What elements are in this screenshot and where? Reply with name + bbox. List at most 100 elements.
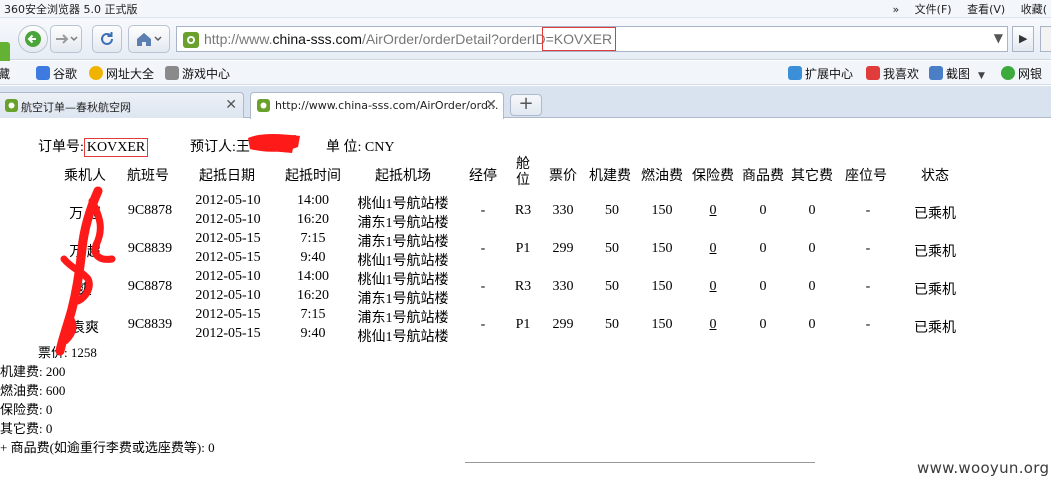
tab-close-icon[interactable]: ✕ [225,97,237,113]
table-cell: - [480,279,486,294]
bookmark-site-directory[interactable]: 网址大全 [89,65,154,82]
back-button[interactable] [18,25,48,53]
tab-air-order[interactable]: 航空订单—春秋航空网 ✕ [0,92,244,118]
bookmark-google[interactable]: 谷歌 [36,65,77,82]
site-favicon-icon [183,32,199,48]
table-cell: 桃仙1号航站楼 [357,254,449,269]
address-dropdown-icon[interactable]: ▼ [994,31,1003,45]
table-cell: 7:15 [300,231,326,246]
insurance-link[interactable]: 0 [710,241,717,257]
tab-order-detail[interactable]: http://www.china-sss.com/AirOrder/ord...… [250,92,504,119]
table-cell: 浦东1号航站楼 [357,235,449,250]
new-tab-button[interactable]: + [510,94,542,116]
table-cell: 9:40 [300,250,326,265]
column-header: 保险费 [692,169,734,184]
site-favicon-icon [5,99,18,112]
table-cell: 0 [808,241,816,256]
summary-other: 其它费: 0 [0,421,53,436]
table-cell: 桃仙1号航站楼 [357,273,449,288]
table-cell: 2012-05-15 [195,326,261,341]
table-cell: 330 [552,279,574,294]
watermark: www.wooyun.org [917,459,1050,477]
table-cell: 2012-05-15 [195,307,261,322]
table-cell: R3 [514,279,532,294]
table-cell: 2012-05-10 [195,288,261,303]
play-icon: ▶ [1019,32,1028,45]
order-detail-page: 订单号: KOVXER 预订人:王 单 位: CNY 乘机人 航班号 起抵日期 起抵时间… [0,119,1051,479]
table-cell: - [865,203,871,218]
booker-row: 预订人:王 [190,140,250,155]
column-header: 机建费 [589,169,631,184]
chevron-down-icon[interactable]: ▼ [978,71,985,81]
menu-overflow-icon[interactable]: » [892,3,899,16]
table-cell: 已乘机 [914,321,956,336]
table-cell: 9C8878 [127,279,173,294]
window-titlebar: 360安全浏览器 5.0 正式版 » 文件(F) 查看(V) 收藏( [0,0,1051,18]
unit-row: 单 位: CNY [326,140,395,155]
divider [465,462,815,463]
table-cell: 万 超 [69,245,101,260]
insurance-link[interactable]: 0 [710,317,717,333]
column-header: 起抵时间 [285,169,341,184]
table-cell: 0 [759,279,767,294]
table-cell: - [480,203,486,218]
insurance-link[interactable]: 0 [710,279,717,295]
column-header: 燃油费 [641,169,683,184]
shield-icon [1001,66,1015,80]
table-cell: 16:20 [297,288,329,303]
screenshot-tool[interactable]: 截图 ▼ [929,65,985,82]
table-cell: 299 [552,241,574,256]
table-cell: R3 [514,203,532,218]
order-number-value: KOVXER [83,138,149,157]
summary-airport-fee: 机建费: 200 [0,364,66,379]
table-cell: - [865,317,871,332]
column-header: 乘机人 [64,169,106,184]
order-number-row: 订单号: KOVXER [38,136,149,157]
table-cell: 0 [759,317,767,332]
table-cell: - [865,241,871,256]
online-banking[interactable]: 网银 [1001,65,1042,82]
url-text: http://www.china-sss.com/AirOrder/orderD… [204,27,617,51]
table-cell: 2012-05-15 [195,231,261,246]
summary-fuel: 燃油费: 600 [0,383,66,398]
search-box-edge[interactable] [1040,26,1051,52]
table-cell: 袁爽 [71,321,99,336]
bookmark-favorites[interactable]: 藏 [0,65,10,82]
insurance-link[interactable]: 0 [710,203,717,219]
my-favorites[interactable]: 我喜欢 [866,65,919,82]
menu-favorites[interactable]: 收藏( [1021,3,1047,16]
price-summary: 票价: 1258 机建费: 200 燃油费: 600 保险费: 0 其它费: 0… [0,343,215,457]
home-button[interactable] [128,25,170,53]
summary-goods: + 商品费(如逾重行李费或选座费等): 0 [0,440,215,455]
table-cell: 150 [651,203,673,218]
address-bar[interactable]: http://www.china-sss.com/AirOrder/orderD… [176,26,1008,52]
cube-icon [788,66,802,80]
column-header: 经停 [469,169,497,184]
table-cell: 299 [552,317,574,332]
menu-view[interactable]: 查看(V) [967,3,1005,16]
table-cell: 9C8839 [127,317,173,332]
table-cell: 7:15 [300,307,326,322]
tab-close-icon[interactable]: ✕ [485,97,497,113]
extension-center[interactable]: 扩展中心 [788,65,853,82]
unit-value: CNY [364,140,395,155]
table-cell: 330 [552,203,574,218]
navigation-toolbar: http://www.china-sss.com/AirOrder/orderD… [0,18,1051,72]
table-cell: 2012-05-10 [195,212,261,227]
table-cell: 已乘机 [914,245,956,260]
refresh-icon [101,32,113,45]
table-cell: 50 [605,203,619,218]
column-header: 票价 [549,169,577,184]
table-cell: 浦东1号航站楼 [357,216,449,231]
bookmark-game-center[interactable]: 游戏中心 [165,65,230,82]
column-header: 舱位 [516,157,530,188]
refresh-button[interactable] [92,25,122,53]
go-button[interactable]: ▶ [1012,26,1034,52]
column-header: 其它费 [791,169,833,184]
table-cell: 已乘机 [914,283,956,298]
table-cell: 2012-05-10 [195,269,261,284]
column-header: 座位号 [845,169,887,184]
forward-button[interactable] [50,25,82,53]
table-cell: 150 [651,279,673,294]
menu-file[interactable]: 文件(F) [915,3,952,16]
